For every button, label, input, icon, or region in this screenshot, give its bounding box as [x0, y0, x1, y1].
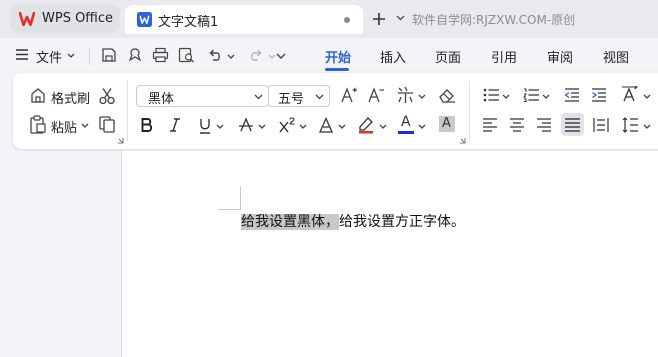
font-name-value: 黑体 [148, 92, 175, 107]
group-divider [127, 81, 128, 141]
text-effect-icon[interactable] [318, 117, 334, 133]
font-launcher-icon[interactable] [459, 137, 466, 144]
strikethrough-chevron-icon[interactable] [258, 124, 266, 129]
tab-insert[interactable]: 插入 [380, 47, 406, 66]
margin-corner-mark-horizontal [218, 209, 241, 210]
document-tab[interactable]: 文字文稿1 [125, 5, 363, 34]
save-icon[interactable] [101, 47, 117, 63]
hamburger-menu-icon[interactable] [16, 49, 28, 60]
file-chevron-icon[interactable] [67, 53, 75, 58]
menu-divider [89, 47, 90, 65]
paragraph-text[interactable]: 给我设置方正字体。 [339, 214, 465, 230]
group-divider-2 [469, 81, 470, 141]
document-paragraph[interactable]: 给我设置黑体，给我设置方正字体。 [241, 211, 465, 231]
print-preview-icon[interactable] [178, 47, 195, 63]
underline-icon[interactable] [198, 117, 212, 134]
document-area: 给我设置黑体，给我设置方正字体。 [0, 151, 658, 357]
highlight-marker-icon[interactable] [357, 115, 375, 134]
line-spacing-chevron-icon[interactable] [643, 124, 651, 129]
increase-font-size-icon[interactable] [340, 86, 358, 104]
cut-scissors-icon[interactable] [98, 87, 116, 105]
active-tab-indicator [325, 68, 349, 71]
redo-icon[interactable] [248, 47, 264, 63]
font-name-chevron-icon [254, 94, 263, 100]
font-size-chevron-icon [315, 94, 324, 100]
new-tab-plus-icon[interactable] [372, 12, 386, 26]
undo-icon[interactable] [207, 47, 223, 63]
bullets-chevron-icon[interactable] [502, 94, 510, 99]
file-menu-label[interactable]: 文件 [36, 47, 62, 66]
justify-button[interactable] [561, 113, 584, 136]
selected-text[interactable]: 给我设置黑体， [241, 214, 339, 230]
font-name-dropdown[interactable]: 黑体 [136, 85, 269, 107]
align-right-icon[interactable] [537, 118, 551, 132]
decrease-indent-icon[interactable] [564, 88, 580, 102]
phonetic-chevron-icon[interactable] [418, 94, 426, 99]
distributed-align-icon[interactable] [593, 117, 609, 133]
bullets-icon[interactable] [483, 88, 499, 102]
font-color-chevron-icon[interactable] [418, 124, 426, 129]
title-bar: WPS Office 文字文稿1 软件自学网:RJZXW.COM-原创 [0, 0, 658, 38]
clear-formatting-eraser-icon[interactable] [438, 86, 456, 104]
superscript-chevron-icon[interactable] [299, 124, 307, 129]
paste-clipboard-icon[interactable] [29, 115, 47, 134]
format-painter-label[interactable]: 格式刷 [51, 88, 90, 107]
superscript-icon[interactable] [278, 117, 296, 133]
font-color-bar [398, 131, 414, 134]
tab-view[interactable]: 视图 [603, 47, 629, 66]
phonetic-guide-icon[interactable] [396, 86, 416, 104]
align-center-icon[interactable] [510, 118, 524, 132]
undo-chevron-icon[interactable] [227, 54, 235, 59]
quick-access-more-icon[interactable] [276, 53, 286, 59]
writer-doc-icon [137, 12, 152, 27]
justify-icon [565, 118, 580, 132]
underline-chevron-icon[interactable] [216, 124, 224, 129]
clipboard-launcher-icon[interactable] [117, 137, 124, 144]
print-icon[interactable] [152, 47, 169, 63]
watermark-text: 软件自学网:RJZXW.COM-原创 [412, 13, 576, 27]
tab-list-chevron-icon[interactable] [396, 15, 405, 21]
increase-indent-icon[interactable] [591, 88, 607, 102]
font-size-value: 五号 [278, 92, 305, 107]
wps-office-tab[interactable]: WPS Office [10, 5, 120, 33]
strikethrough-icon[interactable] [238, 117, 254, 133]
copy-icon[interactable] [98, 115, 116, 133]
paste-label[interactable]: 粘贴 [51, 117, 77, 136]
align-left-icon[interactable] [483, 118, 497, 132]
margin-corner-mark-vertical [240, 186, 241, 209]
font-color-icon[interactable]: A [398, 114, 414, 134]
text-direction-icon[interactable] [621, 86, 639, 103]
tab-page[interactable]: 页面 [435, 47, 461, 66]
font-color-letter: A [401, 114, 411, 130]
character-shading-icon[interactable]: A [439, 116, 455, 132]
numbering-chevron-icon[interactable] [542, 94, 550, 99]
format-painter-icon[interactable] [29, 87, 47, 104]
italic-icon[interactable] [168, 117, 182, 133]
document-page[interactable]: 给我设置黑体，给我设置方正字体。 [121, 151, 658, 357]
unsaved-dot-icon[interactable] [344, 17, 350, 23]
highlight-chevron-icon[interactable] [379, 124, 387, 129]
menu-bar: 文件 开始 插入 页面 引用 审阅 视图 [0, 38, 658, 72]
tab-home[interactable]: 开始 [325, 47, 351, 66]
character-shading-letter: A [442, 116, 451, 131]
wps-logo-icon [19, 12, 35, 26]
output-pdf-icon[interactable] [127, 47, 143, 63]
font-size-dropdown[interactable]: 五号 [268, 85, 330, 107]
tab-references[interactable]: 引用 [491, 47, 517, 66]
numbering-icon[interactable] [523, 88, 539, 102]
redo-chevron-icon[interactable] [268, 54, 276, 59]
text-direction-chevron-icon[interactable] [643, 94, 651, 99]
bold-icon[interactable] [140, 117, 154, 133]
paste-chevron-icon[interactable] [81, 123, 89, 128]
tab-review[interactable]: 审阅 [547, 47, 573, 66]
text-effect-chevron-icon[interactable] [338, 124, 346, 129]
line-spacing-icon[interactable] [622, 117, 638, 133]
wps-office-tab-label: WPS Office [42, 11, 114, 26]
decrease-font-size-icon[interactable] [367, 86, 385, 104]
home-ribbon: 格式刷 粘贴 黑体 五号 A A [13, 73, 658, 149]
document-tab-label: 文字文稿1 [158, 15, 219, 30]
